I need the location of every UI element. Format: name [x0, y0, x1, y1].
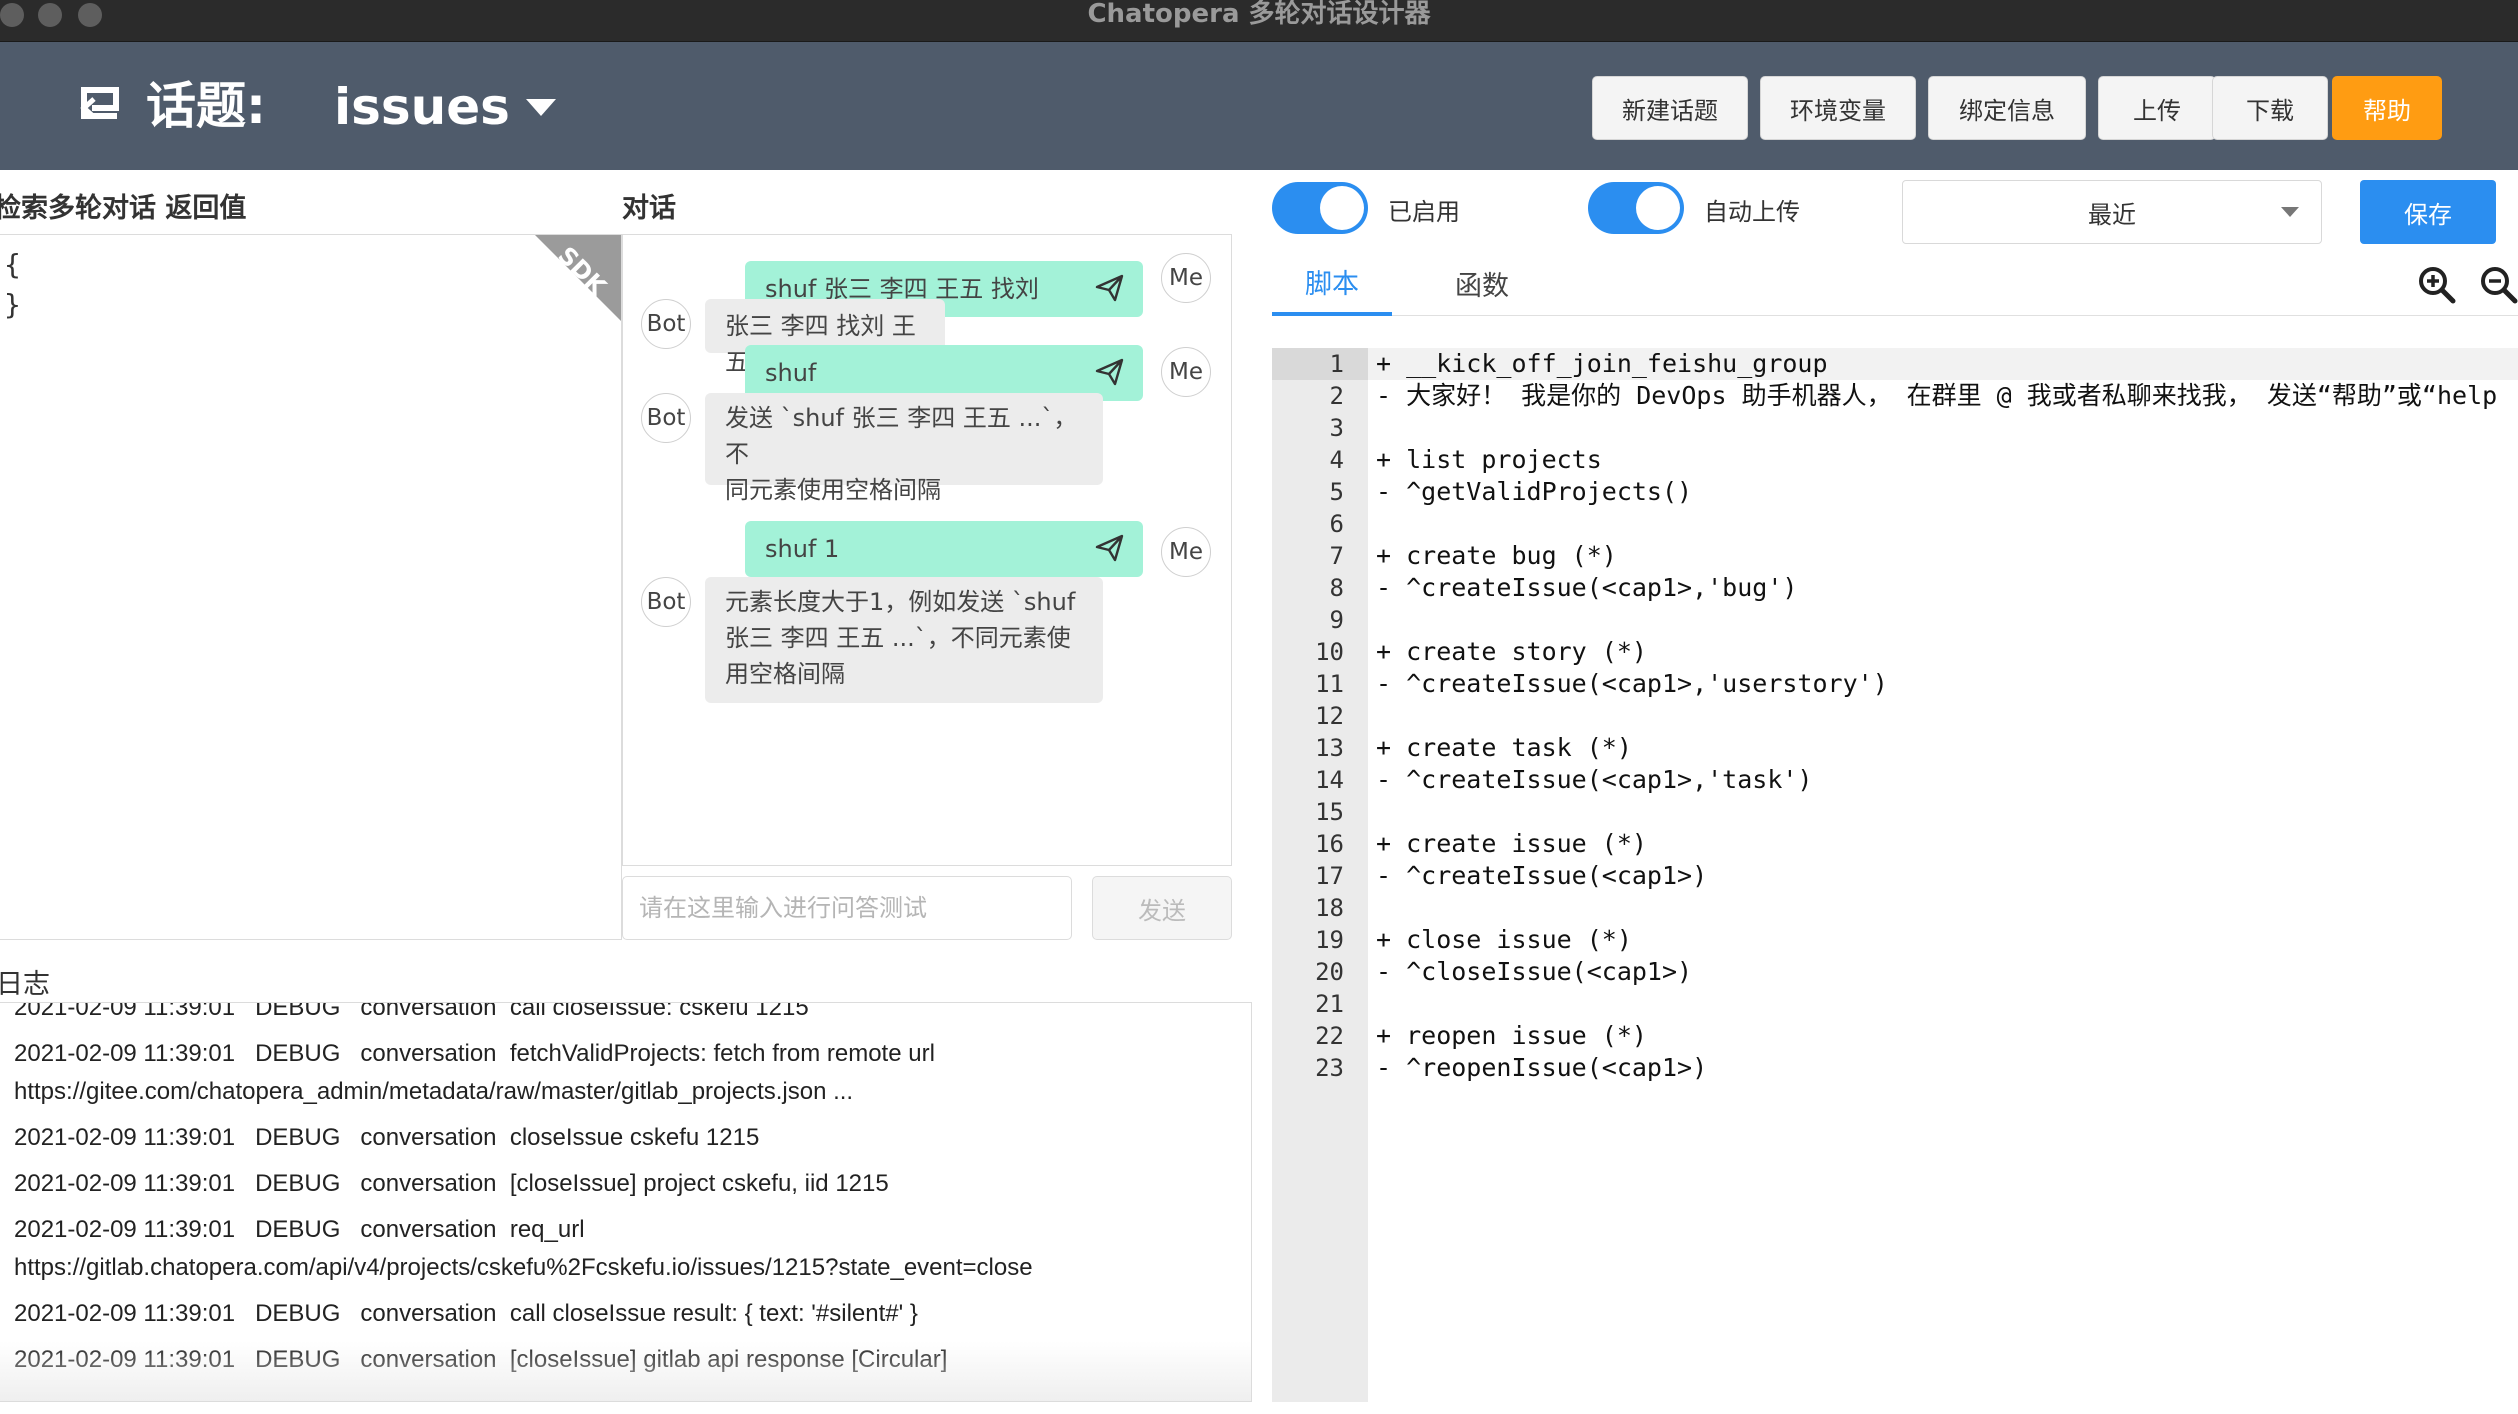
line-number: 21 — [1315, 990, 1344, 1018]
tab-script[interactable]: 脚本 — [1272, 250, 1392, 316]
line-number: 17 — [1315, 862, 1344, 890]
new-topic-button[interactable]: 新建话题 — [1592, 76, 1748, 140]
line-number: 14 — [1315, 766, 1344, 794]
code-line: + __kick_off_join_feishu_group — [1376, 349, 1828, 378]
help-button[interactable]: 帮助 — [2332, 76, 2442, 140]
log-panel: 2021-02-09 11:39:01 DEBUG conversation c… — [0, 1002, 1252, 1402]
code-line: - ^createIssue(<cap1>,'userstory') — [1376, 669, 1888, 698]
auto-upload-label: 自动上传 — [1704, 198, 1800, 226]
sdk-badge[interactable]: SDK — [535, 235, 621, 321]
log-entry: 2021-02-09 11:39:01 DEBUG conversation c… — [14, 1124, 760, 1151]
tab-functions[interactable]: 函数 — [1422, 250, 1542, 316]
code-line: + create bug (*) — [1376, 541, 1617, 570]
line-number: 19 — [1315, 926, 1344, 954]
log-entry: 2021-02-09 11:39:01 DEBUG conversation r… — [14, 1216, 1033, 1281]
code-line: - 大家好！ 我是你的 DevOps 助手机器人， 在群里 @ 我或者私聊来找我… — [1376, 381, 2498, 410]
avatar-me: Me — [1161, 347, 1211, 397]
enabled-label: 已启用 — [1388, 198, 1460, 226]
avatar-bot: Bot — [641, 393, 691, 443]
line-number: 12 — [1315, 702, 1344, 730]
avatar-me: Me — [1161, 253, 1211, 303]
line-number: 16 — [1315, 830, 1344, 858]
caret-down-icon — [525, 98, 556, 116]
avatar-bot: Bot — [641, 577, 691, 627]
code-line: - ^createIssue(<cap1>) — [1376, 861, 1708, 890]
log-entry: 2021-02-09 11:39:01 DEBUG conversation [… — [14, 1170, 889, 1197]
log-panel-title: 日志 — [0, 969, 50, 1000]
editor-tabs: 脚本 函数 — [1272, 250, 2518, 316]
back-icon[interactable] — [78, 86, 122, 126]
line-number: 15 — [1315, 798, 1344, 826]
version-select[interactable]: 最近 — [1902, 180, 2322, 244]
script-editor[interactable]: 1 2 3 4 5 6 7 8 9 10 11 12 13 14 15 16 17 18 19 20 21 22 23 + … — [1272, 348, 2518, 1402]
zoom-in-icon[interactable] — [2416, 264, 2456, 304]
line-number: 6 — [1329, 510, 1344, 538]
line-number: 11 — [1315, 670, 1344, 698]
zoom-out-icon[interactable] — [2478, 264, 2518, 304]
log-entry: 2021-02-09 11:39:01 DEBUG conversation c… — [14, 1002, 809, 1021]
send-button[interactable]: 发送 — [1092, 876, 1232, 940]
line-number: 5 — [1329, 478, 1344, 506]
line-number: 7 — [1329, 542, 1344, 570]
code-line: + close issue (*) — [1376, 925, 1632, 954]
chat-message-me: shuf 1 — [745, 521, 1143, 577]
window-titlebar: Chatopera 多轮对话设计器 — [0, 0, 2518, 42]
upload-button[interactable]: 上传 — [2098, 76, 2216, 140]
code-line: - ^closeIssue(<cap1>) — [1376, 957, 1693, 986]
chat-panel: shuf 张三 李四 王五 找刘 Me Bot 张三 李四 找刘 王五 shuf… — [622, 234, 1232, 866]
line-number: 9 — [1329, 606, 1344, 634]
window-title: Chatopera 多轮对话设计器 — [1087, 0, 1431, 29]
auto-upload-toggle[interactable] — [1588, 182, 1684, 234]
code-line: - ^getValidProjects() — [1376, 477, 1693, 506]
topic-select[interactable]: issues — [334, 78, 556, 136]
code-line: - ^createIssue(<cap1>,'bug') — [1376, 573, 1798, 602]
env-vars-button[interactable]: 环境变量 — [1760, 76, 1916, 140]
line-number: 13 — [1315, 734, 1344, 762]
line-gutter: 1 2 3 4 5 6 7 8 9 10 11 12 13 14 15 16 17 18 19 20 21 22 23 — [1272, 348, 1368, 1402]
topic-label: 话题: — [146, 77, 266, 135]
send-icon — [1095, 274, 1124, 302]
line-number: 18 — [1315, 894, 1344, 922]
json-panel-title: 检索多轮对话 返回值 — [0, 193, 247, 224]
line-number: 8 — [1329, 574, 1344, 602]
line-number: 4 — [1329, 446, 1344, 474]
enabled-toggle[interactable] — [1272, 182, 1368, 234]
send-icon — [1095, 534, 1124, 562]
line-number: 20 — [1315, 958, 1344, 986]
code-line: - ^reopenIssue(<cap1>) — [1376, 1053, 1708, 1082]
avatar-bot: Bot — [641, 299, 691, 349]
json-result-text: { } — [4, 248, 21, 321]
code-line: - ^createIssue(<cap1>,'task') — [1376, 765, 1813, 794]
log-entry: 2021-02-09 11:39:01 DEBUG conversation f… — [14, 1040, 935, 1105]
code-line: + create story (*) — [1376, 637, 1647, 666]
chat-message-bot: 元素长度大于1，例如发送 `shuf 张三 李四 王五 ...`，不同元素使 用… — [705, 577, 1103, 703]
line-number: 2 — [1329, 382, 1344, 410]
chat-message-bot: 发送 `shuf 张三 李四 王五 ...`，不 同元素使用空格间隔 — [705, 393, 1103, 504]
send-icon — [1095, 358, 1124, 386]
download-button[interactable]: 下载 — [2212, 76, 2328, 140]
code-line: + reopen issue (*) — [1376, 1021, 1647, 1050]
log-list: 2021-02-09 11:39:01 DEBUG conversation c… — [14, 1002, 1243, 1387]
avatar-me: Me — [1161, 527, 1211, 577]
code-line: + create task (*) — [1376, 733, 1632, 762]
line-number: 3 — [1329, 414, 1344, 442]
line-number: 22 — [1315, 1022, 1344, 1050]
json-result-panel: { } SDK — [0, 234, 622, 940]
line-number: 23 — [1315, 1054, 1344, 1082]
caret-down-icon — [2281, 207, 2299, 217]
chat-panel-title: 对话 — [622, 193, 676, 224]
chat-input[interactable] — [622, 876, 1072, 940]
code-line: + create issue (*) — [1376, 829, 1647, 858]
topic-name: issues — [334, 78, 510, 136]
line-number: 1 — [1329, 350, 1344, 378]
log-entry: 2021-02-09 11:39:01 DEBUG conversation c… — [14, 1300, 918, 1327]
save-button[interactable]: 保存 — [2360, 180, 2496, 244]
code-line: + list projects — [1376, 445, 1602, 474]
binding-info-button[interactable]: 绑定信息 — [1928, 76, 2086, 140]
app-header: 话题: issues 新建话题 环境变量 绑定信息 上传 下载 帮助 — [0, 42, 2518, 170]
line-number: 10 — [1315, 638, 1344, 666]
